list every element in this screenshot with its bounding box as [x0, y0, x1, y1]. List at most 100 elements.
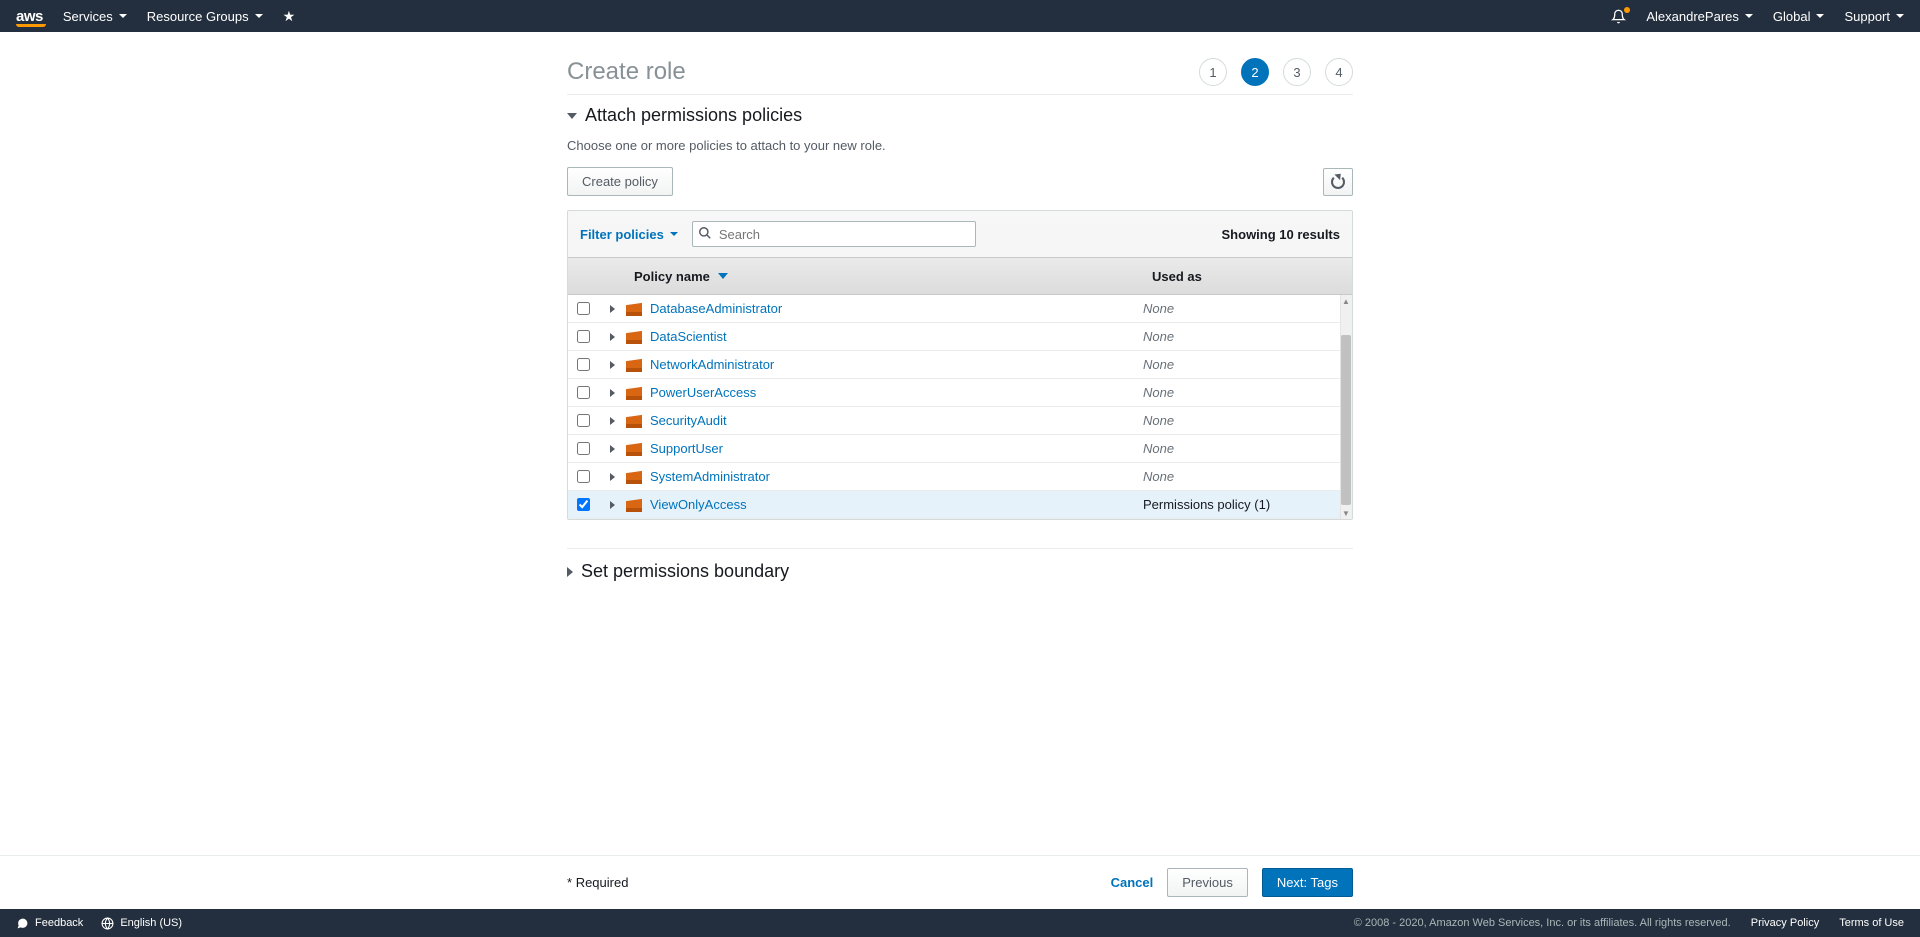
column-policy-name[interactable]: Policy name — [626, 269, 1142, 284]
action-bar: * Required Cancel Previous Next: Tags — [0, 855, 1920, 909]
attach-permissions-section: Attach permissions policies Choose one o… — [567, 94, 1353, 520]
create-policy-button[interactable]: Create policy — [567, 167, 673, 196]
language-label: English (US) — [120, 917, 182, 929]
search-input[interactable] — [692, 221, 976, 247]
nav-support[interactable]: Support — [1844, 9, 1904, 24]
caret-down-icon — [1896, 14, 1904, 18]
results-count: Showing 10 results — [1222, 227, 1340, 242]
policy-name-link[interactable]: PowerUserAccess — [650, 385, 756, 400]
refresh-icon — [1331, 175, 1345, 189]
attach-section-desc: Choose one or more policies to attach to… — [567, 138, 1353, 153]
select-policy-checkbox[interactable] — [577, 330, 590, 343]
caret-down-icon — [567, 113, 577, 119]
select-policy-checkbox[interactable] — [577, 302, 590, 315]
policy-icon — [626, 330, 642, 344]
next-button[interactable]: Next: Tags — [1262, 868, 1353, 897]
nav-account-label: AlexandrePares — [1646, 9, 1739, 24]
column-policy-name-label: Policy name — [634, 269, 710, 284]
scrollbar-thumb[interactable] — [1341, 335, 1351, 505]
nav-account[interactable]: AlexandrePares — [1646, 9, 1753, 24]
nav-resource-groups-label: Resource Groups — [147, 9, 249, 24]
wizard-step-2[interactable]: 2 — [1241, 58, 1269, 86]
notification-dot — [1624, 7, 1630, 13]
scroll-down-arrow[interactable]: ▼ — [1340, 507, 1352, 519]
expand-row-button[interactable] — [598, 473, 626, 481]
nav-services[interactable]: Services — [63, 9, 127, 24]
used-as-value: None — [1143, 385, 1340, 400]
boundary-section-title: Set permissions boundary — [581, 561, 789, 582]
select-policy-checkbox[interactable] — [577, 442, 590, 455]
caret-right-icon — [610, 501, 615, 509]
select-policy-checkbox[interactable] — [577, 414, 590, 427]
select-policy-checkbox[interactable] — [577, 358, 590, 371]
required-text: Required — [576, 875, 629, 890]
select-policy-checkbox[interactable] — [577, 470, 590, 483]
table-row: PowerUserAccess None — [568, 379, 1352, 407]
expand-row-button[interactable] — [598, 501, 626, 509]
feedback-label: Feedback — [35, 917, 83, 929]
scrollbar-track[interactable]: ▲ ▼ — [1340, 295, 1352, 519]
notifications-icon[interactable] — [1611, 9, 1626, 24]
select-policy-checkbox[interactable] — [577, 386, 590, 399]
expand-row-button[interactable] — [598, 417, 626, 425]
scroll-up-arrow[interactable]: ▲ — [1340, 295, 1352, 307]
caret-right-icon — [610, 417, 615, 425]
table-header: Policy name Used as — [568, 257, 1352, 295]
policies-panel: Filter policies Showing 10 results — [567, 210, 1353, 520]
wizard-step-4[interactable]: 4 — [1325, 58, 1353, 86]
footer: Feedback English (US) © 2008 - 2020, Ama… — [0, 909, 1920, 937]
wizard-step-1[interactable]: 1 — [1199, 58, 1227, 86]
select-policy-checkbox[interactable] — [577, 498, 590, 511]
table-row: DataScientistNone — [568, 323, 1352, 351]
attach-section-toggle[interactable]: Attach permissions policies — [567, 95, 1353, 132]
policy-name-link[interactable]: SupportUser — [650, 441, 723, 456]
policy-name-link[interactable]: DataScientist — [650, 329, 727, 344]
caret-right-icon — [610, 361, 615, 369]
policy-name-link[interactable]: ViewOnlyAccess — [650, 497, 747, 512]
caret-right-icon — [610, 389, 615, 397]
policies-table-body: DatabaseAdministratorNoneDataScientistNo… — [568, 295, 1352, 519]
used-as-value: None — [1143, 469, 1340, 484]
caret-right-icon — [610, 305, 615, 313]
filter-policies-dropdown[interactable]: Filter policies — [580, 227, 678, 242]
nav-resource-groups[interactable]: Resource Groups — [147, 9, 263, 24]
search-icon — [698, 226, 712, 243]
wizard-step-3[interactable]: 3 — [1283, 58, 1311, 86]
terms-link[interactable]: Terms of Use — [1839, 917, 1904, 929]
speech-bubble-icon — [16, 917, 29, 930]
policy-name-link[interactable]: SystemAdministrator — [650, 469, 770, 484]
caret-down-icon — [119, 14, 127, 18]
cancel-button[interactable]: Cancel — [1111, 875, 1154, 890]
language-selector[interactable]: English (US) — [101, 917, 182, 930]
caret-down-icon — [1745, 14, 1753, 18]
feedback-link[interactable]: Feedback — [16, 917, 83, 930]
boundary-section-toggle[interactable]: Set permissions boundary — [567, 549, 1353, 594]
refresh-button[interactable] — [1323, 168, 1353, 196]
expand-row-button[interactable] — [598, 333, 626, 341]
table-row: ViewOnlyAccess Permissions policy (1) — [568, 491, 1352, 519]
privacy-link[interactable]: Privacy Policy — [1751, 917, 1819, 929]
policy-name-link[interactable]: NetworkAdministrator — [650, 357, 774, 372]
expand-row-button[interactable] — [598, 389, 626, 397]
sort-caret-icon — [718, 273, 728, 279]
column-used-as[interactable]: Used as — [1142, 269, 1352, 284]
caret-down-icon — [1816, 14, 1824, 18]
pin-icon[interactable]: ★ — [283, 8, 296, 25]
top-nav: aws Services Resource Groups ★ Alexandre… — [0, 0, 1920, 32]
caret-right-icon — [610, 333, 615, 341]
caret-right-icon — [610, 445, 615, 453]
permissions-boundary-section: Set permissions boundary — [567, 548, 1353, 594]
previous-button[interactable]: Previous — [1167, 868, 1248, 897]
expand-row-button[interactable] — [598, 361, 626, 369]
policy-name-link[interactable]: DatabaseAdministrator — [650, 301, 782, 316]
used-as-value: Permissions policy (1) — [1143, 497, 1340, 512]
policy-name-link[interactable]: SecurityAudit — [650, 413, 727, 428]
required-label: * Required — [567, 875, 628, 890]
expand-row-button[interactable] — [598, 445, 626, 453]
expand-row-button[interactable] — [598, 305, 626, 313]
page-title: Create role — [567, 58, 686, 86]
nav-region[interactable]: Global — [1773, 9, 1825, 24]
aws-logo[interactable]: aws — [16, 8, 43, 25]
copyright-text: © 2008 - 2020, Amazon Web Services, Inc.… — [1354, 917, 1731, 929]
table-row: SecurityAuditNone — [568, 407, 1352, 435]
